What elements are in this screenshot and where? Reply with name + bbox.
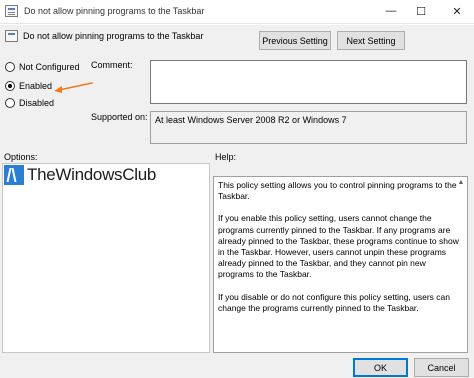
previous-setting-button[interactable]: Previous Setting: [259, 31, 331, 50]
minimize-button[interactable]: —: [378, 0, 404, 22]
radio-label: Enabled: [19, 81, 53, 91]
radio-disabled[interactable]: Disabled: [5, 96, 54, 110]
maximize-icon: ☐: [416, 5, 426, 18]
ok-button[interactable]: OK: [353, 358, 408, 377]
window-titlebar: Do not allow pinning programs to the Tas…: [0, 0, 474, 24]
radio-not-configured[interactable]: Not Configured: [5, 60, 80, 74]
thewindowsclub-logo-icon: [4, 165, 24, 185]
setting-icon: [5, 30, 18, 42]
setting-title: Do not allow pinning programs to the Tas…: [23, 31, 204, 41]
options-label: Options:: [4, 152, 38, 162]
policy-icon: [5, 5, 18, 17]
supported-on-value: At least Windows Server 2008 R2 or Windo…: [155, 115, 347, 125]
help-label: Help:: [215, 152, 237, 162]
window-title: Do not allow pinning programs to the Tas…: [24, 6, 205, 16]
watermark-text: TheWindowsClub: [27, 165, 157, 184]
radio-label: Not Configured: [19, 62, 80, 72]
radio-circle[interactable]: [5, 98, 15, 108]
help-paragraph-2: If you enable this policy setting, users…: [218, 213, 459, 280]
cancel-button[interactable]: Cancel: [414, 358, 469, 377]
radio-enabled[interactable]: Enabled: [5, 79, 52, 93]
comment-label: Comment:: [91, 60, 133, 70]
supported-on-field: At least Windows Server 2008 R2 or Windo…: [150, 111, 467, 144]
help-pane[interactable]: ▲ This policy setting allows you to cont…: [213, 176, 468, 353]
radio-circle[interactable]: [5, 62, 15, 72]
options-pane: [2, 163, 210, 353]
minimize-icon: —: [385, 5, 397, 17]
maximize-button[interactable]: ☐: [408, 0, 434, 22]
comment-textarea[interactable]: [150, 60, 467, 104]
close-icon: ✕: [452, 5, 462, 18]
radio-circle-checked[interactable]: [5, 81, 15, 91]
help-text: This policy setting allows you to contro…: [218, 180, 463, 325]
help-paragraph-3: If you disable or do not configure this …: [218, 291, 450, 313]
supported-on-label: Supported on:: [91, 112, 148, 122]
thewindowsclub-watermark: TheWindowsClub: [4, 165, 156, 185]
close-button[interactable]: ✕: [444, 0, 470, 22]
radio-label: Disabled: [19, 98, 55, 108]
help-paragraph-1: This policy setting allows you to contro…: [218, 180, 457, 202]
arrow-annotation-icon: [54, 82, 93, 93]
policy-dialog: Do not allow pinning programs to the Tas…: [0, 25, 474, 378]
next-setting-button[interactable]: Next Setting: [337, 31, 405, 50]
